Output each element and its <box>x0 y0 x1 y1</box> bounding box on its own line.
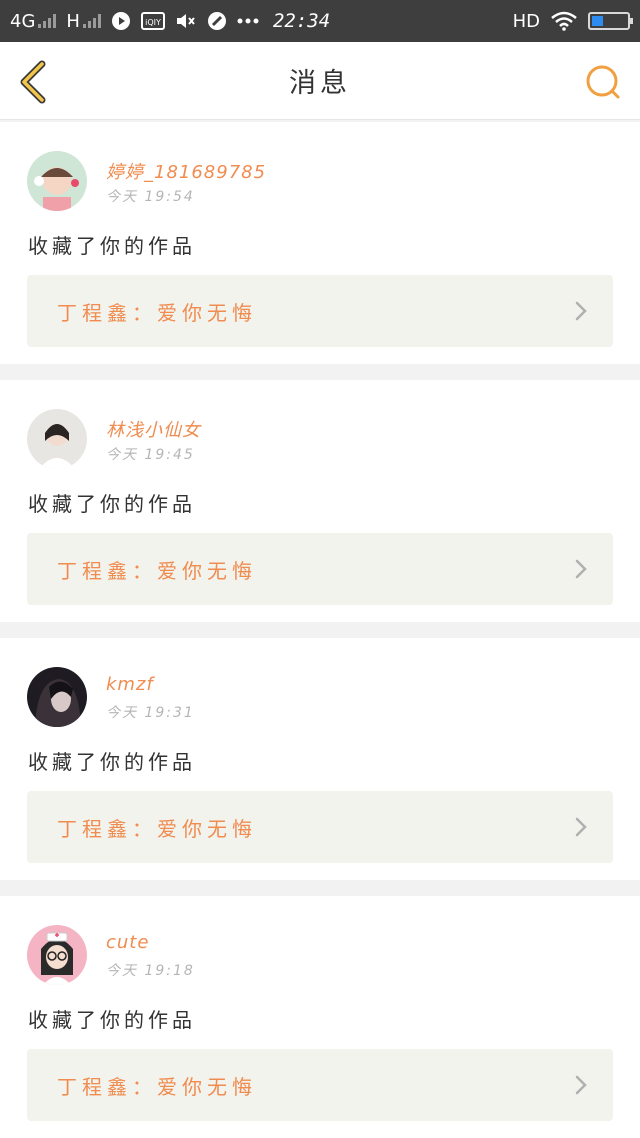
network-label-2: H <box>66 10 80 32</box>
chevron-right-icon <box>575 559 587 579</box>
paint-icon <box>207 12 226 30</box>
timestamp: 今天 19:45 <box>106 447 195 463</box>
chevron-right-icon <box>575 817 587 837</box>
timestamp: 今天 19:31 <box>106 705 195 721</box>
network-label: 4G <box>10 10 36 32</box>
avatar[interactable] <box>27 151 87 211</box>
action-text: 收藏了你的作品 <box>28 492 196 516</box>
signal-icon-2 <box>82 14 101 28</box>
page-title: 消息 <box>289 68 351 99</box>
timestamp: 今天 19:18 <box>106 963 195 979</box>
message-card: cute 今天 19:18 收藏了你的作品 丁程鑫：爱你无悔 <box>0 896 640 1138</box>
iqiyi-icon: iQIY <box>140 12 165 30</box>
hd-label: HD <box>512 10 540 32</box>
battery-icon <box>588 12 633 30</box>
username[interactable]: 林浅小仙女 <box>106 416 201 442</box>
message-card: 林浅小仙女 今天 19:45 收藏了你的作品 丁程鑫：爱你无悔 <box>0 380 640 622</box>
avatar[interactable] <box>27 667 87 727</box>
work-title: 丁程鑫：爱你无悔 <box>57 300 257 325</box>
search-icon[interactable] <box>584 62 624 102</box>
work-title: 丁程鑫：爱你无悔 <box>57 816 257 841</box>
work-link[interactable]: 丁程鑫：爱你无悔 <box>27 791 613 863</box>
action-text: 收藏了你的作品 <box>28 750 196 774</box>
clock: 22:34 <box>272 10 331 32</box>
avatar[interactable] <box>27 925 87 985</box>
work-title: 丁程鑫：爱你无悔 <box>57 1074 257 1099</box>
more-dots-icon <box>237 18 259 24</box>
timestamp: 今天 19:54 <box>106 189 195 205</box>
message-card: 婷婷_181689785 今天 19:54 收藏了你的作品 丁程鑫：爱你无悔 <box>0 122 640 364</box>
work-title: 丁程鑫：爱你无悔 <box>57 558 257 583</box>
status-bar: 4G H iQIY 22:34 HD <box>0 0 640 42</box>
mute-icon <box>176 14 195 28</box>
play-icon <box>111 12 130 30</box>
wifi-icon <box>551 11 577 31</box>
back-button[interactable] <box>16 60 52 104</box>
action-text: 收藏了你的作品 <box>28 234 196 258</box>
username[interactable]: kmzf <box>106 674 154 695</box>
chevron-right-icon <box>575 301 587 321</box>
avatar[interactable] <box>27 409 87 469</box>
network-indicator-2: H <box>66 11 101 32</box>
work-link[interactable]: 丁程鑫：爱你无悔 <box>27 1049 613 1121</box>
network-indicator: 4G <box>10 10 57 32</box>
action-text: 收藏了你的作品 <box>28 1008 196 1032</box>
message-card: kmzf 今天 19:31 收藏了你的作品 丁程鑫：爱你无悔 <box>0 638 640 880</box>
signal-icon <box>38 14 57 28</box>
work-link[interactable]: 丁程鑫：爱你无悔 <box>27 533 613 605</box>
work-link[interactable]: 丁程鑫：爱你无悔 <box>27 275 613 347</box>
message-list: 婷婷_181689785 今天 19:54 收藏了你的作品 丁程鑫：爱你无悔 林… <box>0 122 640 1138</box>
chevron-right-icon <box>575 1075 587 1095</box>
username[interactable]: cute <box>106 932 149 953</box>
username[interactable]: 婷婷_181689785 <box>106 158 266 184</box>
svg-text:iQIY: iQIY <box>145 18 161 27</box>
nav-bar: 消息 <box>0 42 640 120</box>
